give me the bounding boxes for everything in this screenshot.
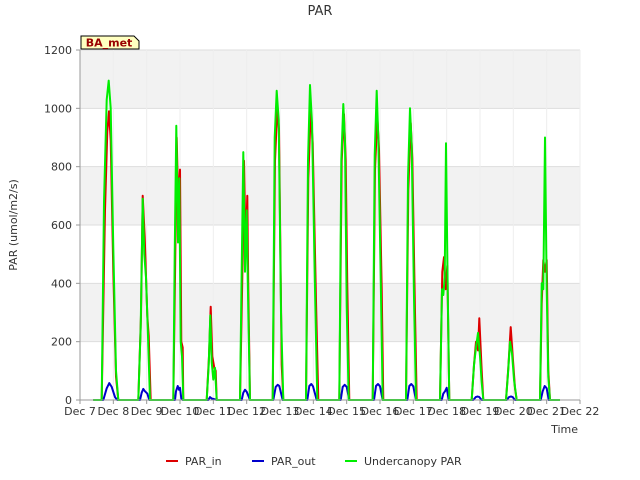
plot-band bbox=[80, 341, 580, 400]
plot-band bbox=[80, 50, 580, 109]
site-badge: BA_met bbox=[80, 35, 140, 50]
plot-band bbox=[80, 225, 580, 284]
y-tick-label: 400 bbox=[51, 277, 72, 290]
plot-band bbox=[80, 166, 580, 225]
x-tick-label: Dec 8 bbox=[97, 405, 129, 418]
site-badge-label: BA_met bbox=[86, 37, 133, 50]
x-tick-label: Dec 9 bbox=[131, 405, 163, 418]
plot-band bbox=[80, 283, 580, 342]
y-tick-label: 200 bbox=[51, 336, 72, 349]
plot-band bbox=[80, 108, 580, 167]
legend-label: PAR_in bbox=[185, 455, 222, 468]
x-tick-label: Dec 7 bbox=[64, 405, 96, 418]
y-axis-label: PAR (umol/m2/s) bbox=[7, 179, 20, 271]
y-tick-label: 1200 bbox=[44, 44, 72, 57]
legend-label: PAR_out bbox=[271, 455, 316, 468]
legend-item-par-in: PAR_in bbox=[166, 455, 222, 468]
legend: PAR_in PAR_out Undercanopy PAR bbox=[166, 455, 462, 468]
y-tick-label: 800 bbox=[51, 161, 72, 174]
legend-item-par-out: PAR_out bbox=[252, 455, 316, 468]
x-axis-label: Time bbox=[550, 423, 578, 436]
x-tick-label: Dec 22 bbox=[561, 405, 600, 418]
y-tick-label: 1000 bbox=[44, 102, 72, 115]
y-tick-label: 600 bbox=[51, 219, 72, 232]
legend-label: Undercanopy PAR bbox=[364, 455, 462, 468]
par-chart: 020040060080010001200Dec 7 Dec 8 Dec 9Dec … bbox=[7, 4, 600, 468]
legend-item-undercanopy-par: Undercanopy PAR bbox=[345, 455, 462, 468]
chart-title: PAR bbox=[308, 4, 333, 19]
